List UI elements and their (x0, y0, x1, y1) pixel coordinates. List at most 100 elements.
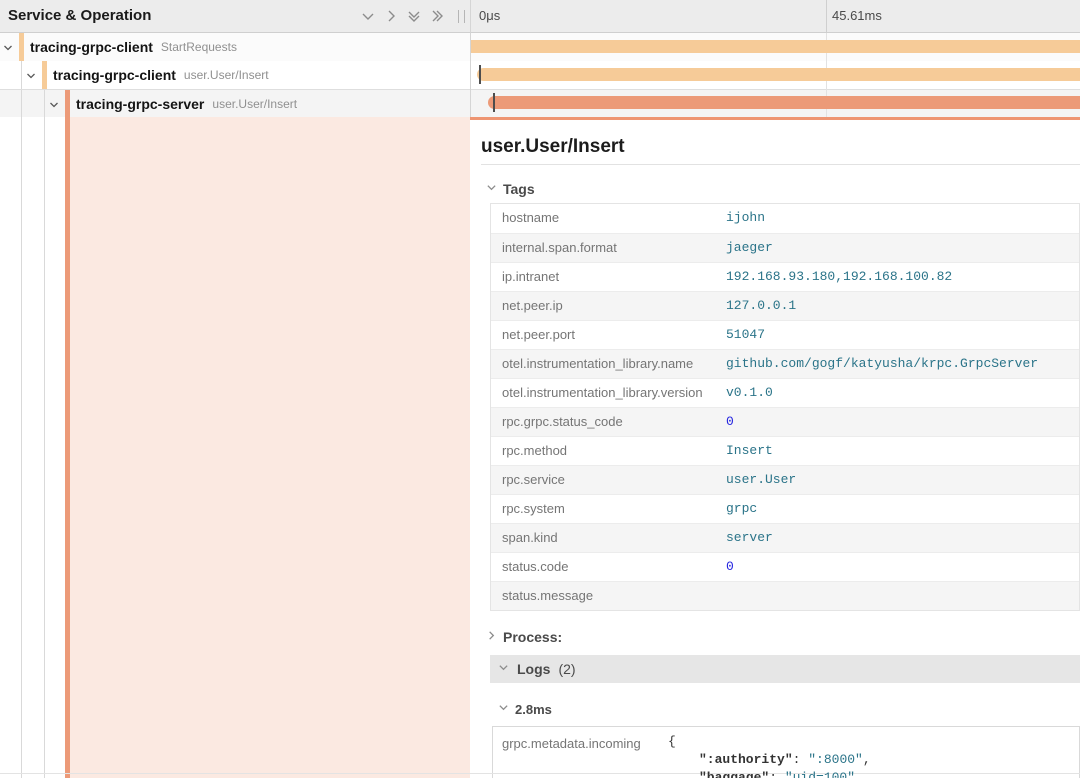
tag-key: status.code (502, 553, 569, 581)
span-tree-row[interactable]: tracing-grpc-clientStartRequests (0, 33, 470, 61)
ruler-gridline (826, 0, 827, 32)
logs-section-header[interactable]: Logs (2) (490, 655, 1080, 683)
timeline-row[interactable] (471, 33, 1080, 61)
span-operation-name: user.User/Insert (212, 97, 297, 111)
timeline-row[interactable] (471, 61, 1080, 89)
logs-count-badge: (2) (558, 661, 575, 677)
tag-row: rpc.grpc.status_code 0 (491, 407, 1079, 436)
span-color-accent (42, 61, 47, 89)
tag-value: user.User (726, 466, 796, 494)
tag-row: rpc.system grpc (491, 494, 1079, 523)
tag-value: 51047 (726, 321, 765, 349)
tag-key: rpc.service (502, 466, 565, 494)
process-section-header[interactable]: Process: (486, 628, 562, 646)
tag-row: ip.intranet192.168.93.180,192.168.100.82 (491, 262, 1079, 291)
tag-row: net.peer.port 51047 (491, 320, 1079, 349)
span-color-accent (65, 90, 70, 117)
span-duration-bar[interactable] (471, 40, 1080, 53)
tags-table: hostnameijohninternal.span.formatjaegeri… (490, 203, 1080, 611)
timeline-row[interactable] (471, 89, 1080, 117)
span-list-header: Service & Operation (0, 0, 470, 33)
tag-value: grpc (726, 495, 757, 523)
span-label: tracing-grpc-clientStartRequests (30, 33, 237, 61)
log-field-key: grpc.metadata.incoming (502, 736, 641, 751)
span-collapse-chevron-icon[interactable] (25, 69, 37, 87)
log-entry-time: 2.8ms (515, 702, 552, 717)
tag-key: net.peer.port (502, 321, 575, 349)
span-detail-title: user.User/Insert (481, 136, 625, 158)
span-collapse-chevron-icon[interactable] (48, 98, 60, 116)
tag-row: status.message (491, 581, 1079, 610)
log-field-json: {":authority": ":8000","baggage": "uid=1… (668, 733, 871, 778)
tag-value: jaeger (726, 234, 773, 262)
tag-key: rpc.system (502, 495, 565, 523)
selected-span-fill (70, 117, 470, 778)
chevron-down-icon (498, 660, 509, 678)
tag-value: 0 (726, 408, 734, 436)
tag-key: ip.intranet (502, 263, 559, 291)
panel-resize-grip[interactable] (458, 10, 465, 23)
span-operation-name: user.User/Insert (184, 68, 269, 82)
span-detail-panel: user.User/Insert Tags hostnameijohninter… (470, 117, 1080, 778)
span-start-tick (479, 65, 481, 84)
tag-row: internal.span.format jaeger (491, 233, 1079, 262)
span-service-name: tracing-grpc-client (53, 67, 176, 83)
json-line: ":authority": ":8000", (668, 751, 871, 769)
tag-row: status.code0 (491, 552, 1079, 581)
collapse-one-icon[interactable] (361, 9, 375, 23)
log-entry-header[interactable]: 2.8ms (498, 700, 552, 718)
divider (481, 164, 1080, 165)
span-tree: tracing-grpc-clientStartRequeststracing-… (0, 33, 470, 117)
tag-key: otel.instrumentation_library.version (502, 379, 703, 407)
ruler-tick-start: 0μs (479, 8, 500, 23)
tag-key: otel.instrumentation_library.name (502, 350, 693, 378)
chevron-down-icon (498, 700, 509, 718)
row-boundary-line (0, 773, 1080, 774)
chevron-down-icon (486, 180, 497, 198)
span-tree-row[interactable]: tracing-grpc-client user.User/Insert (0, 61, 470, 89)
span-service-name: tracing-grpc-server (76, 96, 204, 112)
tag-key: rpc.grpc.status_code (502, 408, 623, 436)
process-section-label: Process: (503, 629, 562, 645)
tag-row: span.kindserver (491, 523, 1079, 552)
indent-guide (44, 90, 45, 117)
span-duration-bar[interactable] (477, 68, 1080, 81)
tag-value: 127.0.0.1 (726, 292, 796, 320)
span-label: tracing-grpc-server user.User/Insert (76, 90, 297, 117)
expand-one-icon[interactable] (384, 9, 398, 23)
tag-value: Insert (726, 437, 773, 465)
tag-row: net.peer.ip 127.0.0.1 (491, 291, 1079, 320)
json-line: { (668, 733, 871, 751)
tag-row: rpc.method Insert (491, 436, 1079, 465)
tag-value: github.com/gogf/katyusha/krpc.GrpcServer (726, 350, 1038, 378)
span-label: tracing-grpc-client user.User/Insert (53, 61, 269, 89)
json-line: "baggage": "uid=100", (668, 769, 871, 778)
tag-key: status.message (502, 582, 593, 610)
tags-section-header[interactable]: Tags (486, 180, 535, 198)
selected-span-backdrop (0, 117, 470, 778)
span-collapse-chevron-icon[interactable] (2, 41, 14, 59)
chevron-right-icon (486, 628, 497, 646)
service-operation-title: Service & Operation (8, 7, 151, 24)
span-duration-bar[interactable] (488, 96, 1080, 109)
tag-row: rpc.service user.User (491, 465, 1079, 494)
tag-key: net.peer.ip (502, 292, 563, 320)
tag-row: hostnameijohn (491, 204, 1079, 233)
log-fields-table: grpc.metadata.incoming {":authority": ":… (492, 726, 1080, 778)
timeline (470, 33, 1080, 117)
indent-guide (44, 117, 45, 778)
tag-value: ijohn (726, 204, 765, 232)
ruler-tick-mid: 45.61ms (832, 8, 882, 23)
expand-all-icon[interactable] (430, 9, 444, 23)
tag-row: otel.instrumentation_library.name github.… (491, 349, 1079, 378)
tag-key: span.kind (502, 524, 558, 552)
span-service-name: tracing-grpc-client (30, 39, 153, 55)
indent-guide (21, 117, 22, 778)
tag-row: otel.instrumentation_library.versionv0.1… (491, 378, 1079, 407)
tag-key: rpc.method (502, 437, 567, 465)
tags-section-label: Tags (503, 181, 535, 197)
span-tree-row[interactable]: tracing-grpc-server user.User/Insert (0, 89, 470, 117)
tag-key: internal.span.format (502, 234, 617, 262)
trace-view: Service & Operation 0μs 45.61ms tracing-… (0, 0, 1080, 778)
collapse-all-icon[interactable] (407, 9, 421, 23)
